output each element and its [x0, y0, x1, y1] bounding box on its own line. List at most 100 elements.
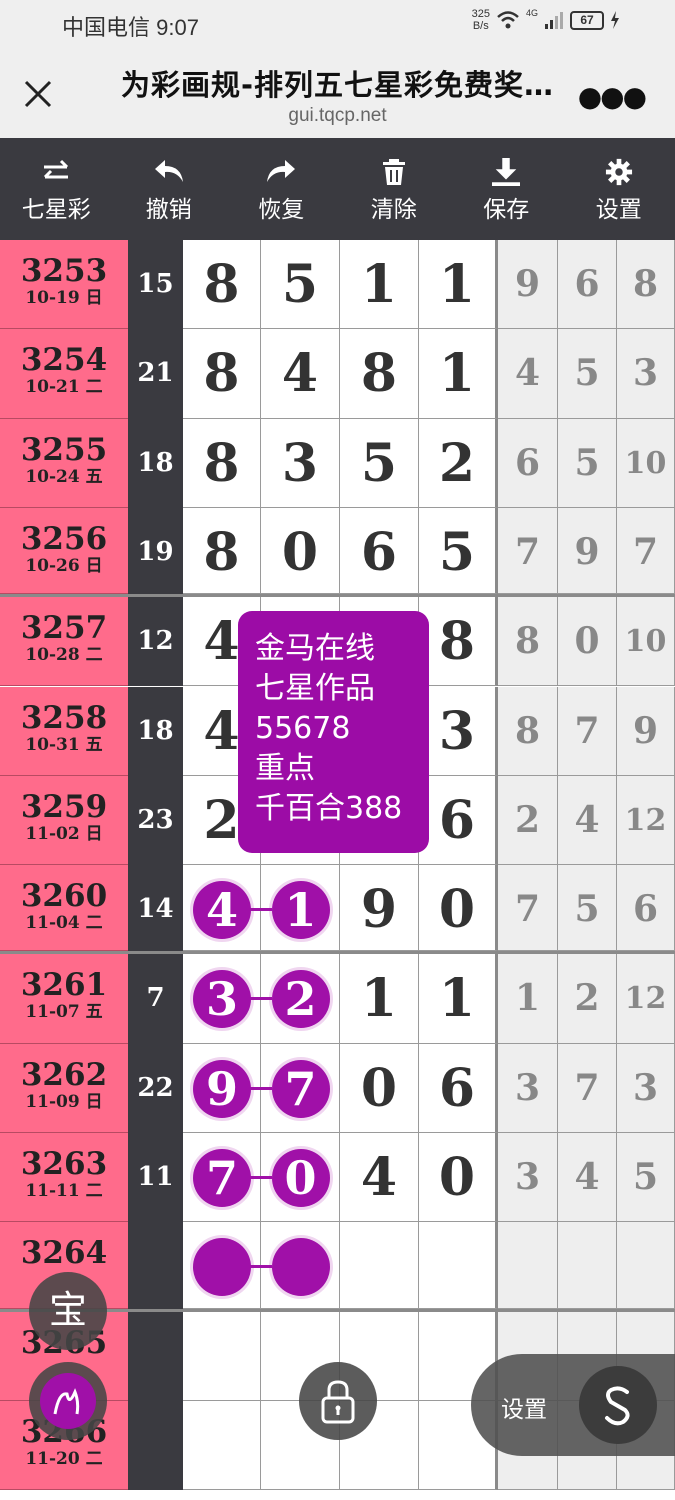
- digit-cell[interactable]: 1: [261, 865, 340, 952]
- marked-ball[interactable]: [193, 1238, 251, 1297]
- stat-cell: 9: [498, 240, 558, 330]
- lock-button[interactable]: [299, 1362, 377, 1440]
- digit-cell[interactable]: 8: [183, 240, 261, 330]
- stat-cell: 4: [558, 775, 617, 866]
- marked-ball[interactable]: 2: [271, 970, 330, 1029]
- issue-cell: 3263 11-11 二: [0, 1133, 128, 1223]
- digit-cell[interactable]: 8: [183, 329, 261, 419]
- issue-date: 10-21 二: [25, 377, 103, 398]
- toolbar-label: 清除: [370, 197, 417, 223]
- stat-cell: 5: [617, 1133, 675, 1223]
- digit-cell[interactable]: 1: [340, 240, 419, 330]
- save-button[interactable]: 保存: [450, 138, 563, 240]
- digit-cell[interactable]: 0: [419, 1133, 498, 1223]
- digit-cell[interactable]: 6: [340, 507, 419, 595]
- marked-ball[interactable]: 7: [271, 1059, 330, 1118]
- stat-cell: 4: [498, 329, 558, 419]
- stat-cell: 3: [498, 1043, 558, 1133]
- table-row: 3262 11-09 日 22 9 7 0 6 3 7 3: [0, 1043, 675, 1133]
- digit-cell[interactable]: 5: [340, 418, 419, 508]
- stat-cell: 7: [558, 1043, 617, 1133]
- digit-cell[interactable]: 0: [419, 865, 498, 952]
- annotation-line: 七星作品: [255, 671, 375, 706]
- gear-icon: [605, 158, 632, 186]
- annotation-box[interactable]: 金马在线 七星作品 55678 重点 千百合388: [238, 611, 429, 853]
- digit-cell[interactable]: 8: [183, 418, 261, 508]
- issue-date: 11-09 日: [25, 1091, 103, 1112]
- annotation-line: 重点: [255, 751, 315, 786]
- stat-cell: 4: [558, 1133, 617, 1223]
- treasure-button[interactable]: 宝: [29, 1272, 107, 1350]
- marked-ball[interactable]: 4: [193, 881, 251, 940]
- issue-cell: 3261 11-07 五: [0, 954, 128, 1044]
- download-icon: [492, 158, 521, 186]
- stat-cell: 12: [617, 954, 675, 1044]
- lottery-type-button[interactable]: 七星彩: [0, 138, 113, 240]
- digit-cell[interactable]: 8: [340, 329, 419, 419]
- more-menu-icon[interactable]: ●●●: [578, 80, 647, 113]
- digit-cell[interactable]: 2: [419, 418, 498, 508]
- digit-cell[interactable]: 0: [261, 1133, 340, 1223]
- stat-cell: 10: [617, 597, 675, 687]
- digit-cell[interactable]: 8: [419, 597, 498, 687]
- digit-cell[interactable]: 3: [419, 686, 498, 776]
- digit-cell[interactable]: 6: [419, 775, 498, 866]
- issue-number: 3264: [20, 1235, 108, 1272]
- digit-cell[interactable]: 4: [340, 1133, 419, 1223]
- marked-ball[interactable]: 9: [193, 1059, 251, 1118]
- pen-icon: [40, 1373, 96, 1429]
- redo-button[interactable]: 恢复: [225, 138, 338, 240]
- toolbar: 七星彩 撤销 恢复 清除 保存 设置: [0, 138, 675, 240]
- pen-button[interactable]: [29, 1362, 107, 1440]
- marked-ball[interactable]: 7: [193, 1149, 251, 1207]
- stat-cell: 8: [617, 240, 675, 330]
- stat-cell: 10: [617, 418, 675, 508]
- sum-cell: 22: [128, 1043, 183, 1133]
- digit-cell[interactable]: [261, 1222, 340, 1309]
- stat-cell: 6: [498, 418, 558, 508]
- digit-cell[interactable]: [340, 1222, 419, 1309]
- digit-cell[interactable]: 4: [261, 329, 340, 419]
- digit-cell[interactable]: 3: [261, 418, 340, 508]
- digit-cell[interactable]: 0: [340, 1043, 419, 1133]
- settings-button[interactable]: 设置: [563, 138, 675, 240]
- digit-cell[interactable]: 1: [340, 954, 419, 1044]
- redo-icon: [267, 160, 296, 182]
- digit-cell[interactable]: 5: [419, 507, 498, 595]
- stat-cell: [558, 1222, 617, 1309]
- clear-button[interactable]: 清除: [338, 138, 451, 240]
- s-logo-button[interactable]: [579, 1366, 657, 1444]
- signal-icon: [545, 12, 563, 29]
- stat-cell: 1: [498, 954, 558, 1044]
- digit-cell[interactable]: [419, 1222, 498, 1309]
- issue-date: 11-04 二: [25, 913, 103, 934]
- digit-cell[interactable]: 1: [419, 954, 498, 1044]
- stat-cell: 7: [558, 686, 617, 776]
- marked-ball[interactable]: [271, 1238, 330, 1297]
- digit-cell[interactable]: 0: [261, 507, 340, 595]
- ball-connector: [250, 908, 272, 912]
- digit-cell[interactable]: 1: [419, 240, 498, 330]
- undo-button[interactable]: 撤销: [113, 138, 226, 240]
- issue-cell: 3255 10-24 五: [0, 418, 128, 508]
- status-icons: 325 B/s 4G 67: [472, 8, 620, 32]
- digit-cell[interactable]: 8: [183, 507, 261, 595]
- digit-cell[interactable]: 6: [419, 1043, 498, 1133]
- digit-cell[interactable]: 7: [261, 1043, 340, 1133]
- digit-cell[interactable]: 1: [419, 329, 498, 419]
- settings-panel-toggle[interactable]: 设置: [471, 1354, 675, 1456]
- net-speed: 325 B/s: [472, 8, 490, 32]
- digit-cell[interactable]: [183, 1311, 261, 1401]
- undo-icon: [154, 160, 183, 182]
- table-row: 3255 10-24 五 18 8 3 5 2 6 5 10: [0, 418, 675, 508]
- sum-cell: [128, 1400, 183, 1491]
- digit-cell[interactable]: 9: [340, 865, 419, 952]
- marked-ball[interactable]: 3: [193, 970, 251, 1029]
- toolbar-label: 撤销: [145, 197, 192, 223]
- marked-ball[interactable]: 0: [271, 1149, 330, 1207]
- digit-cell[interactable]: 5: [261, 240, 340, 330]
- digit-cell[interactable]: 2: [261, 954, 340, 1044]
- stat-cell: 12: [617, 775, 675, 866]
- digit-cell[interactable]: [183, 1400, 261, 1491]
- marked-ball[interactable]: 1: [271, 881, 330, 940]
